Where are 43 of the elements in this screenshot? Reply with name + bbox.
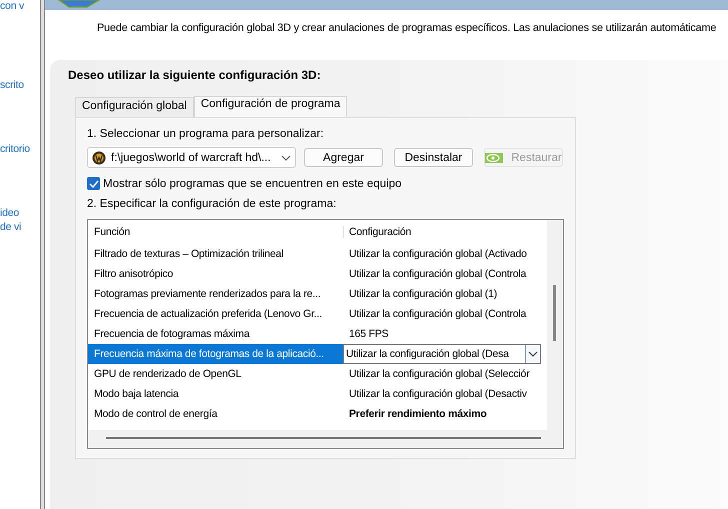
sidebar-link[interactable]: scrito — [0, 79, 24, 91]
vertical-scrollbar[interactable] — [547, 220, 563, 430]
function-cell[interactable]: Modo baja latencia — [88, 384, 343, 404]
sidebar-link[interactable]: con v — [0, 0, 24, 12]
sidebar-link[interactable]: ideo — [0, 207, 20, 219]
setting-cell-text: Utilizar la configuración global (Selecciór — [348, 367, 530, 382]
setting-cell-text: Utilizar la configuración global (Controla — [348, 307, 528, 322]
setting-cell-text: Utilizar la configuración global (Controla — [348, 267, 528, 282]
sidebar-link[interactable]: de vi — [0, 221, 22, 233]
function-cell[interactable]: Filtrado de texturas – Optimización trilineal — [88, 244, 343, 264]
dropdown-button[interactable] — [525, 345, 540, 363]
function-cell[interactable]: Fotogramas previamente renderizados para la re... — [88, 284, 343, 304]
chevron-down-icon — [528, 351, 538, 357]
sidebar-link[interactable]: critorio — [0, 143, 30, 155]
eye-icon — [485, 152, 504, 162]
emblem-icon — [92, 150, 106, 164]
setting-cell-text: Utilizar la configuración global (Desactiv — [348, 387, 528, 402]
action-button[interactable]: Desinstalar — [394, 148, 473, 167]
horizontal-scrollbar[interactable] — [88, 430, 563, 448]
function-cell[interactable]: Modo de control de energía — [88, 404, 343, 424]
function-cell[interactable]: Frecuencia de actualización preferida (Lenovo Gr... — [88, 304, 343, 324]
function-cell[interactable]: Filtro anisotrópico — [88, 264, 343, 284]
step-label: 1. Seleccionar un programa para personalizar: — [87, 128, 325, 142]
program-dropdown[interactable]: f:\juegos\world of warcraft hd\... — [87, 147, 296, 168]
function-cell[interactable]: GPU de renderizado de OpenGL — [88, 364, 343, 384]
setting-cell-text: 165 FPS — [348, 327, 390, 342]
tab[interactable]: Configuración de programa — [194, 96, 348, 117]
action-button[interactable]: Agregar — [304, 148, 383, 167]
column-header[interactable]: Función — [88, 226, 343, 238]
function-cell[interactable]: Frecuencia máxima de fotogramas de la aplicació... — [88, 344, 343, 364]
section-title: Deseo utilizar la siguiente configuración 3D: — [68, 68, 322, 84]
checkbox[interactable] — [87, 177, 100, 190]
function-cell[interactable]: Frecuencia de fotogramas máxima — [88, 324, 343, 344]
setting-cell-text: Utilizar la configuración global (Activado — [348, 247, 528, 262]
setting-cell-text: Preferir rendimiento máximo — [348, 407, 488, 422]
setting-cell-text: Utilizar la configuración global (1) — [348, 287, 498, 302]
tab[interactable]: Configuración global — [75, 97, 194, 117]
description-text: Puede cambiar la configuración global 3D y crear anulaciones de programas específicos. Las anulaciones se utilizarán automáticame — [96, 21, 718, 36]
step-label: 2. Especificar la configuración de este programa: — [87, 198, 338, 212]
chevron-down-icon — [281, 154, 291, 160]
checkbox-label: Mostrar sólo programas que se encuentren en este equipo — [103, 178, 402, 190]
column-header[interactable]: Configuración — [343, 226, 541, 238]
setting-dropdown[interactable]: Utilizar la configuración global (Desa — [343, 344, 541, 364]
